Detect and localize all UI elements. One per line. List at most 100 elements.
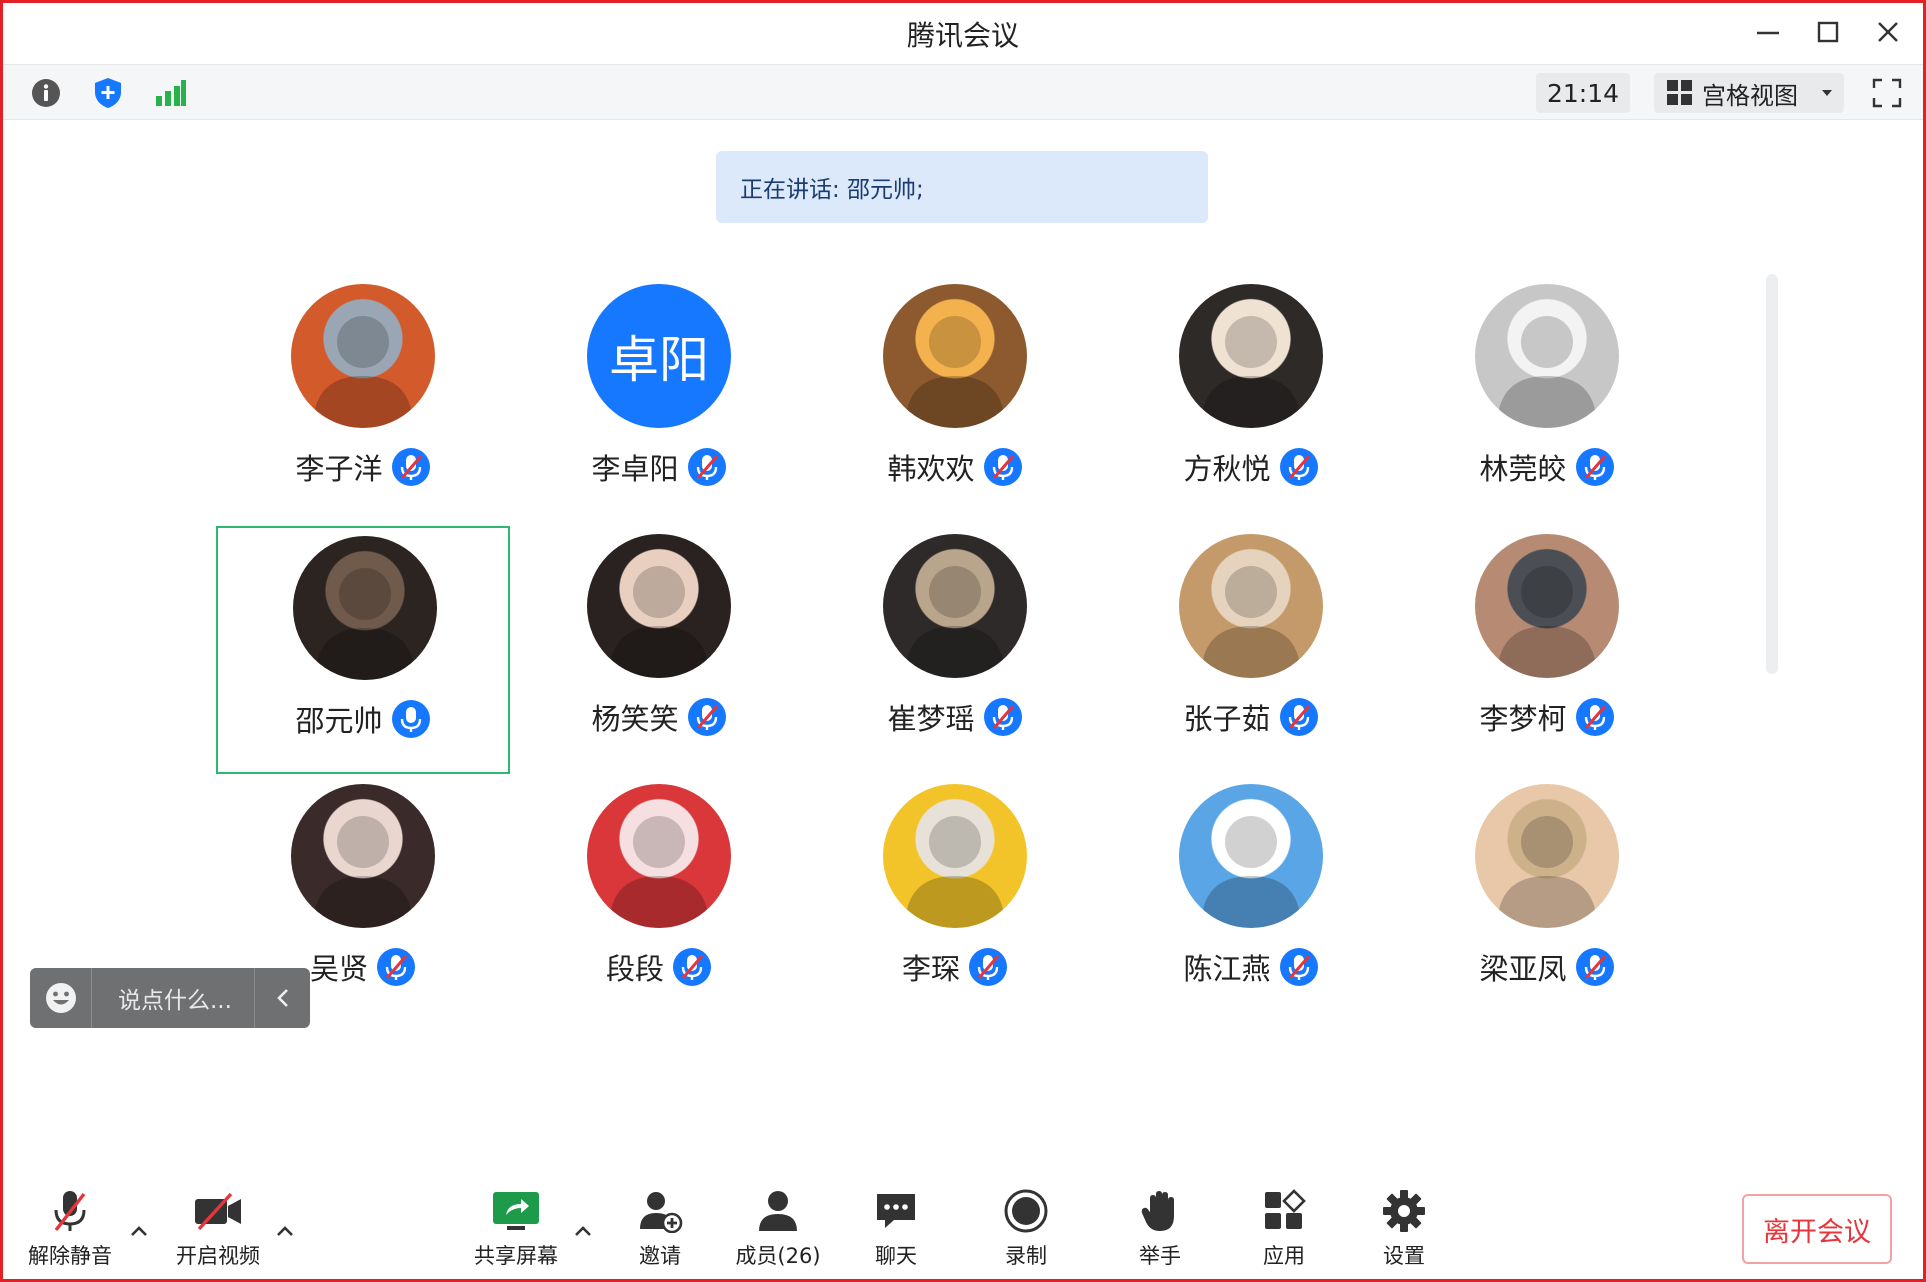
view-mode-dropdown[interactable]: 宫格视图 (1654, 73, 1844, 113)
chevron-left-icon (276, 989, 288, 1007)
participant-tile[interactable]: 张子茹 (1104, 526, 1398, 774)
avatar (883, 534, 1027, 678)
info-icon (32, 79, 60, 107)
chevron-up-icon (575, 1226, 591, 1236)
avatar (1475, 534, 1619, 678)
participant-name: 李卓阳 (591, 452, 679, 486)
participant-name: 林莞皎 (1479, 452, 1567, 486)
invite-label: 邀请 (639, 1244, 681, 1268)
share-options-button[interactable] (568, 1216, 598, 1246)
mic-muted-icon (968, 947, 1008, 987)
participant-tile[interactable]: 李梦柯 (1400, 526, 1694, 774)
participant-tile[interactable]: 韩欢欢 (808, 276, 1102, 524)
participant-tile[interactable]: 方秋悦 (1104, 276, 1398, 524)
shield-icon (95, 78, 121, 108)
participant-name: 方秋悦 (1183, 452, 1271, 486)
start-video-button[interactable]: 开启视频 (158, 1186, 278, 1276)
apps-button[interactable]: 应用 (1224, 1186, 1344, 1276)
gear-icon (1383, 1190, 1425, 1232)
participant-label: 段段 (512, 946, 806, 988)
close-icon (1878, 22, 1898, 42)
avatar-photo-icon (905, 566, 1005, 678)
participant-name: 李梦柯 (1479, 702, 1567, 736)
chat-button[interactable]: 聊天 (836, 1186, 956, 1276)
raise-hand-button[interactable]: 举手 (1100, 1186, 1220, 1276)
mic-muted-icon (1279, 447, 1319, 487)
start-video-label: 开启视频 (176, 1244, 260, 1268)
avatar-photo-icon (609, 816, 709, 928)
avatar-photo-icon (1201, 316, 1301, 428)
avatar-photo-icon (1201, 566, 1301, 678)
avatar (291, 284, 435, 428)
minimize-button[interactable] (1748, 14, 1788, 50)
participant-tile[interactable]: 李琛 (808, 776, 1102, 1024)
meeting-controls-bar: 解除静音 开启视频 共享屏幕 邀请 成员(26) 聊天 录制 举手 应用 设置 (0, 1176, 1926, 1282)
participant-label: 韩欢欢 (808, 446, 1102, 488)
apps-label: 应用 (1263, 1244, 1305, 1268)
avatar: 卓阳 (587, 284, 731, 428)
grid-scrollbar[interactable] (1766, 274, 1778, 674)
mic-muted-icon (687, 447, 727, 487)
participant-label: 崔梦瑶 (808, 696, 1102, 738)
share-screen-button[interactable]: 共享屏幕 (456, 1186, 576, 1276)
participant-tile[interactable]: 陈江燕 (1104, 776, 1398, 1024)
chat-placeholder[interactable]: 说点什么... (92, 981, 254, 1015)
emoji-button[interactable] (30, 968, 92, 1028)
participant-label: 方秋悦 (1104, 446, 1398, 488)
mic-muted-icon (376, 947, 416, 987)
chevron-down-icon (1822, 90, 1832, 96)
participant-name: 李子洋 (295, 452, 383, 486)
participant-label: 邵元帅 (218, 698, 508, 740)
maximize-button[interactable] (1808, 14, 1848, 50)
participant-tile[interactable]: 杨笑笑 (512, 526, 806, 774)
participant-label: 李子洋 (216, 446, 510, 488)
window-title: 腾讯会议 (906, 19, 1019, 52)
mic-on-icon (391, 699, 431, 739)
avatar-photo-icon (1497, 566, 1597, 678)
mic-muted-icon (391, 447, 431, 487)
view-mode-label: 宫格视图 (1702, 81, 1798, 110)
raise-hand-label: 举手 (1139, 1244, 1181, 1268)
close-button[interactable] (1868, 14, 1908, 50)
mic-muted-icon (672, 947, 712, 987)
avatar-photo-icon (905, 816, 1005, 928)
record-icon (1004, 1189, 1048, 1233)
invite-button[interactable]: 邀请 (600, 1186, 720, 1276)
collapse-chat-button[interactable] (254, 968, 310, 1028)
participant-tile[interactable]: 卓阳李卓阳 (512, 276, 806, 524)
audio-options-button[interactable] (124, 1216, 154, 1246)
network-status-button[interactable] (148, 71, 192, 115)
avatar-photo-icon (315, 568, 415, 680)
maximize-icon (1817, 21, 1839, 43)
participant-tile[interactable]: 邵元帅 (216, 526, 510, 774)
video-options-button[interactable] (270, 1216, 300, 1246)
participant-label: 李琛 (808, 946, 1102, 988)
avatar-initials: 卓阳 (587, 284, 731, 428)
fullscreen-button[interactable] (1866, 73, 1908, 113)
members-button[interactable]: 成员(26) (718, 1186, 838, 1276)
participant-label: 李卓阳 (512, 446, 806, 488)
participant-name: 陈江燕 (1183, 952, 1271, 986)
participant-tile[interactable]: 李子洋 (216, 276, 510, 524)
participant-label: 杨笑笑 (512, 696, 806, 738)
participant-tile[interactable]: 段段 (512, 776, 806, 1024)
participant-tile[interactable]: 林莞皎 (1400, 276, 1694, 524)
mic-muted-icon (983, 447, 1023, 487)
minimize-icon (1757, 31, 1779, 35)
chat-quick-input[interactable]: 说点什么... (30, 968, 310, 1028)
security-button[interactable] (86, 71, 130, 115)
active-speaker-banner: 正在讲话: 邵元帅; (716, 151, 1208, 223)
participant-name: 段段 (605, 952, 664, 986)
participant-tile[interactable]: 梁亚凤 (1400, 776, 1694, 1024)
grid-view-icon (1667, 80, 1692, 105)
leave-meeting-button[interactable]: 离开会议 (1742, 1194, 1892, 1264)
meeting-info-button[interactable] (24, 71, 68, 115)
avatar-photo-icon (905, 316, 1005, 428)
invite-icon (640, 1192, 683, 1233)
avatar-photo-icon (1497, 816, 1597, 928)
participant-tile[interactable]: 崔梦瑶 (808, 526, 1102, 774)
avatar (883, 784, 1027, 928)
settings-button[interactable]: 设置 (1344, 1186, 1464, 1276)
unmute-button[interactable]: 解除静音 (10, 1186, 130, 1276)
record-button[interactable]: 录制 (966, 1186, 1086, 1276)
